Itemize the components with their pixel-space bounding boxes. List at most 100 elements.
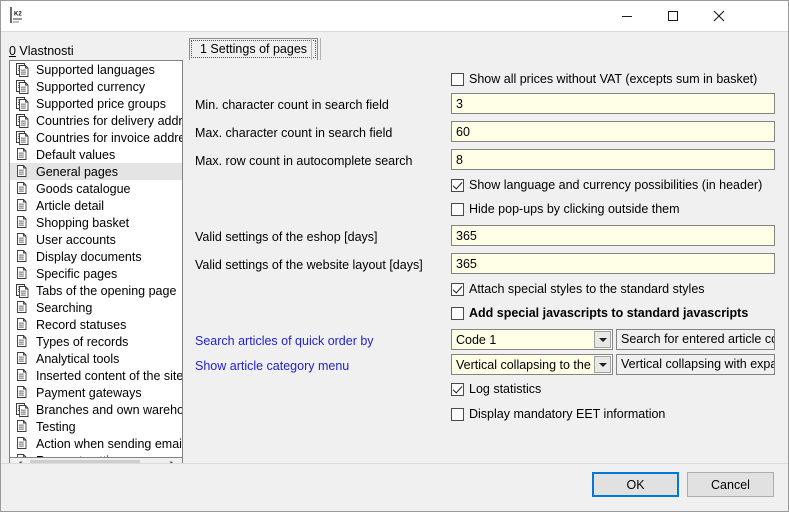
list-item[interactable]: Default values	[10, 146, 182, 163]
tab-settings-of-pages[interactable]: 1 Settings of pages	[189, 38, 318, 60]
list-item[interactable]: Tabs of the opening page	[10, 282, 182, 299]
close-icon	[713, 10, 725, 22]
list-item-label: Display documents	[36, 250, 142, 264]
list-item[interactable]: Specific pages	[10, 265, 182, 282]
settings-pane: Show all prices without VAT (excepts sum…	[189, 60, 781, 463]
svg-text:K2: K2	[14, 12, 22, 18]
list-item-label: Shopping basket	[36, 216, 129, 230]
input-max-character-count[interactable]: 60	[451, 121, 775, 142]
label-min-character-count: Min. character count in search field	[195, 98, 389, 112]
list-item[interactable]: Searching	[10, 299, 182, 316]
list-item-label: Countries for invoice addresses	[36, 131, 183, 145]
minimize-button[interactable]	[604, 1, 650, 31]
checkbox-label: Add special javascripts to standard java…	[469, 306, 748, 320]
list-item-label: Analytical tools	[36, 352, 119, 366]
list-item[interactable]: Record statuses	[10, 316, 182, 333]
page-icon	[16, 301, 29, 315]
list-item[interactable]: Action when sending email	[10, 435, 182, 452]
dropdown-search-articles-quick-order[interactable]: Code 1	[451, 329, 613, 350]
checkbox-box[interactable]	[451, 179, 464, 192]
list-item[interactable]: Supported currency	[10, 78, 182, 95]
checkbox-box[interactable]	[451, 283, 464, 296]
checkbox-box[interactable]	[451, 203, 464, 216]
page-icon	[16, 148, 29, 162]
checkbox-box[interactable]	[451, 408, 464, 421]
page-icon	[16, 233, 29, 247]
title-bar: K2	[1, 1, 788, 32]
checkbox-show-prices-without-vat[interactable]: Show all prices without VAT (excepts sum…	[451, 72, 757, 86]
page-icon	[16, 165, 29, 179]
checkbox-label: Show all prices without VAT (excepts sum…	[469, 72, 757, 86]
list-item-label: Supported currency	[36, 80, 145, 94]
list-item[interactable]: Shopping basket	[10, 214, 182, 231]
page-icon	[16, 335, 29, 349]
tab-strip: 1 Settings of pages	[189, 38, 781, 60]
link-search-articles-quick-order[interactable]: Search articles of quick order by	[195, 334, 374, 348]
close-button[interactable]	[696, 1, 742, 31]
input-min-character-count[interactable]: 3	[451, 93, 775, 114]
checkbox-attach-special-styles[interactable]: Attach special styles to the standard st…	[451, 282, 705, 296]
hint-show-article-category-menu: Vertical collapsing with expandin	[616, 354, 775, 375]
input-max-row-count[interactable]: 8	[451, 149, 775, 170]
list-item-label: Inserted content of the sites	[36, 369, 183, 383]
list-item[interactable]: User accounts	[10, 231, 182, 248]
checkbox-label: Show language and currency possibilities…	[469, 178, 762, 192]
dropdown-value: Code 1	[456, 331, 496, 349]
checkbox-box[interactable]	[451, 307, 464, 320]
list-item[interactable]: General pages	[10, 163, 182, 180]
hint-search-articles-quick-order: Search for entered article code i	[616, 329, 775, 350]
list-item[interactable]: Types of records	[10, 333, 182, 350]
list-item[interactable]: Analytical tools	[10, 350, 182, 367]
list-item-label: Record statuses	[36, 318, 126, 332]
checkbox-box[interactable]	[451, 73, 464, 86]
list-item[interactable]: Countries for delivery addresses	[10, 112, 182, 129]
list-item[interactable]: Article detail	[10, 197, 182, 214]
cancel-button[interactable]: Cancel	[687, 472, 774, 497]
checkbox-add-special-javascripts[interactable]: Add special javascripts to standard java…	[451, 306, 748, 320]
list-item[interactable]: Countries for invoice addresses	[10, 129, 182, 146]
page-icon	[16, 318, 29, 332]
list-item[interactable]: Payment gateways	[10, 384, 182, 401]
checkbox-label: Attach special styles to the standard st…	[469, 282, 705, 296]
list-item[interactable]: Supported languages	[10, 61, 182, 78]
checkbox-box[interactable]	[451, 383, 464, 396]
chevron-down-icon[interactable]	[594, 331, 611, 348]
list-item-label: Payment gateways	[36, 386, 142, 400]
list-item-label: User accounts	[36, 233, 116, 247]
maximize-button[interactable]	[650, 1, 696, 31]
input-valid-settings-layout[interactable]: 365	[451, 253, 775, 274]
list-item[interactable]: Supported price groups	[10, 95, 182, 112]
label-max-character-count: Max. character count in search field	[195, 126, 392, 140]
list-item-label: Article detail	[36, 199, 104, 213]
list-item-label: Specific pages	[36, 267, 117, 281]
list-item-label: Countries for delivery addresses	[36, 114, 183, 128]
checkbox-hide-popups[interactable]: Hide pop-ups by clicking outside them	[451, 202, 680, 216]
list-item[interactable]: Goods catalogue	[10, 180, 182, 197]
list-item[interactable]: Testing	[10, 418, 182, 435]
list-item-label: Testing	[36, 420, 76, 434]
list-item-label: Supported price groups	[36, 97, 166, 111]
link-show-article-category-menu[interactable]: Show article category menu	[195, 359, 349, 373]
chevron-down-icon[interactable]	[594, 356, 611, 373]
page-icon	[16, 386, 29, 400]
checkbox-log-statistics[interactable]: Log statistics	[451, 382, 541, 396]
list-item-label: Action when sending email	[36, 437, 183, 451]
input-valid-settings-eshop[interactable]: 365	[451, 225, 775, 246]
checkbox-display-eet[interactable]: Display mandatory EET information	[451, 407, 665, 421]
list-item[interactable]: Display documents	[10, 248, 182, 265]
list-item[interactable]: Branches and own warehouses	[10, 401, 182, 418]
k2-logo-icon: K2	[9, 6, 29, 26]
list-item-label: Types of records	[36, 335, 128, 349]
list-item[interactable]: Inserted content of the sites	[10, 367, 182, 384]
sidebar-title-text: Vlastnosti	[16, 44, 74, 58]
label-valid-settings-eshop: Valid settings of the eshop [days]	[195, 230, 378, 244]
maximize-icon	[667, 10, 679, 22]
checkbox-label: Hide pop-ups by clicking outside them	[469, 202, 680, 216]
properties-list[interactable]: Supported languages Supported currency Sup…	[9, 60, 183, 458]
ok-button[interactable]: OK	[592, 472, 679, 497]
checkbox-show-language-currency[interactable]: Show language and currency possibilities…	[451, 178, 762, 192]
tab-strip-divider	[311, 38, 321, 60]
page-icon	[16, 437, 29, 451]
dropdown-show-article-category-menu[interactable]: Vertical collapsing to the rig	[451, 354, 613, 375]
multi-page-icon	[16, 97, 29, 111]
